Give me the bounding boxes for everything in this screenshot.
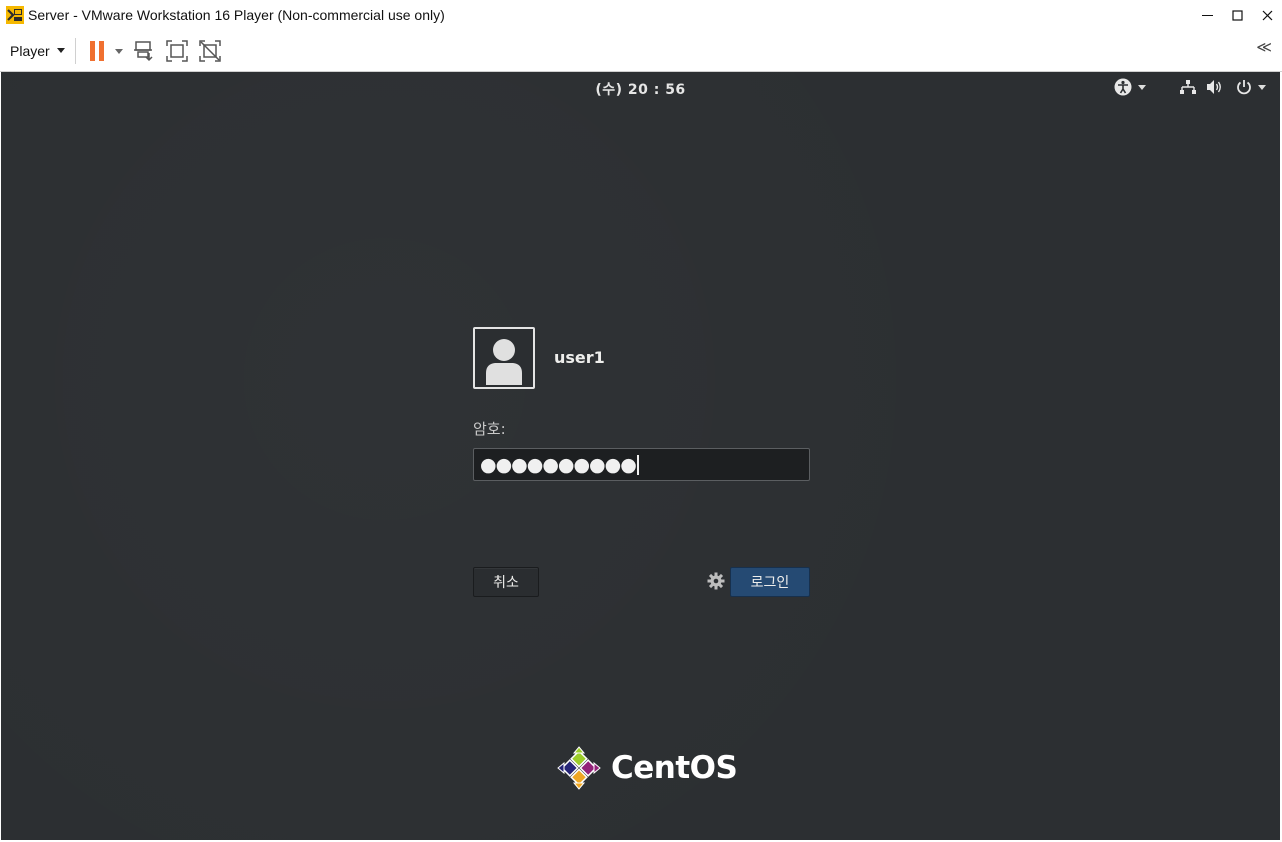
- close-button[interactable]: [1252, 0, 1282, 30]
- collapse-toolbar-button[interactable]: ≪: [1256, 38, 1272, 56]
- power-icon: [1237, 80, 1251, 95]
- accessibility-menu[interactable]: [1114, 78, 1146, 96]
- maximize-button[interactable]: [1222, 0, 1252, 30]
- user-silhouette-icon: [486, 339, 522, 385]
- pause-button[interactable]: [88, 38, 124, 64]
- login-button[interactable]: 로그인: [730, 567, 810, 597]
- password-input[interactable]: ●●●●●●●●●●: [473, 448, 810, 481]
- password-masked-value: ●●●●●●●●●●: [480, 453, 637, 476]
- vm-display[interactable]: (수) 20 : 56 user1 암호: ●●●●●●●●●● 취소 로그인 …: [1, 72, 1280, 840]
- centos-wordmark: CentOS: [611, 750, 738, 786]
- window-title: Server - VMware Workstation 16 Player (N…: [28, 7, 445, 23]
- password-label: 암호:: [473, 420, 506, 438]
- network-icon: [1180, 80, 1196, 94]
- session-settings-button[interactable]: [707, 572, 725, 590]
- window-title-bar: Server - VMware Workstation 16 Player (N…: [0, 0, 1282, 30]
- text-cursor: [636, 454, 639, 475]
- minimize-button[interactable]: [1192, 0, 1222, 30]
- unity-icon: [198, 39, 221, 62]
- chevron-down-icon: [1138, 84, 1146, 90]
- username-label: user1: [554, 348, 605, 367]
- chevron-down-icon: [56, 48, 65, 53]
- send-ctrl-alt-del-icon: [133, 40, 153, 61]
- player-menu-label: Player: [10, 42, 50, 59]
- user-avatar: [473, 327, 535, 389]
- chevron-down-icon: [1258, 84, 1266, 90]
- system-menu[interactable]: [1180, 79, 1266, 95]
- vmware-app-icon: [6, 6, 24, 24]
- cancel-button[interactable]: 취소: [473, 567, 539, 597]
- pause-icon: [89, 40, 123, 61]
- top-bar-clock[interactable]: (수) 20 : 56: [1, 79, 1280, 99]
- gear-icon: [707, 572, 725, 590]
- unity-button[interactable]: [197, 38, 223, 64]
- volume-icon: [1207, 80, 1221, 94]
- centos-emblem-icon: [557, 746, 601, 790]
- top-bar-status-area: [1104, 76, 1266, 98]
- window-controls: [1192, 0, 1282, 30]
- full-screen-icon: [165, 39, 188, 62]
- toolbar-divider: [74, 37, 76, 64]
- player-toolbar: Player ≪: [0, 30, 1282, 72]
- send-ctrl-alt-del-button[interactable]: [131, 38, 157, 64]
- player-menu-button[interactable]: Player: [10, 43, 65, 59]
- full-screen-button[interactable]: [164, 38, 190, 64]
- accessibility-icon: [1114, 78, 1132, 96]
- centos-logo: CentOS: [555, 744, 738, 792]
